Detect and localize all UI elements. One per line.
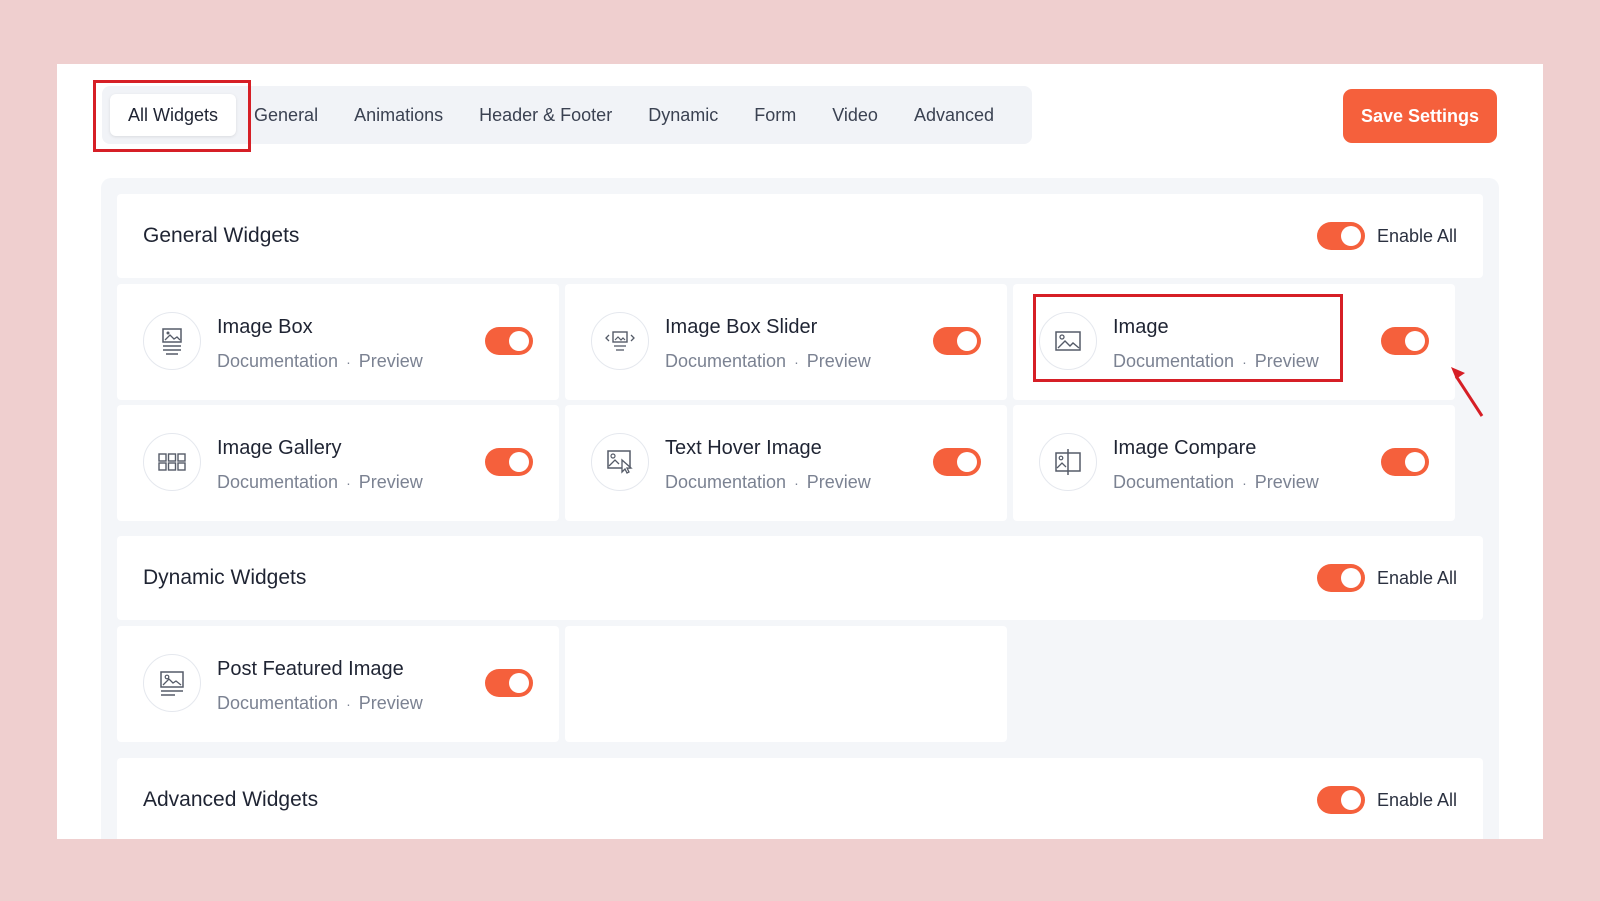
link-separator: · xyxy=(794,475,799,491)
widget-toggle[interactable] xyxy=(1381,327,1429,355)
documentation-link[interactable]: Documentation xyxy=(665,351,786,372)
documentation-link[interactable]: Documentation xyxy=(217,693,338,714)
link-separator: · xyxy=(1242,475,1247,491)
documentation-link[interactable]: Documentation xyxy=(217,351,338,372)
widget-card-image-box: Image Box Documentation · Preview xyxy=(117,284,559,400)
widget-links: Documentation · Preview xyxy=(217,693,423,714)
documentation-link[interactable]: Documentation xyxy=(217,472,338,493)
enable-all-toggle[interactable] xyxy=(1317,786,1365,814)
widget-name: Image xyxy=(1113,316,1169,339)
widget-toggle[interactable] xyxy=(485,669,533,697)
preview-link[interactable]: Preview xyxy=(359,693,423,714)
tab-all-widgets[interactable]: All Widgets xyxy=(110,94,236,136)
enable-all-toggle[interactable] xyxy=(1317,222,1365,250)
gallery-grid-icon xyxy=(143,433,201,491)
widget-name: Image Box xyxy=(217,316,313,339)
tab-advanced[interactable]: Advanced xyxy=(896,94,1012,136)
link-separator: · xyxy=(1242,354,1247,370)
settings-panel: All Widgets General Animations Header & … xyxy=(57,64,1543,839)
link-separator: · xyxy=(346,354,351,370)
enable-all-label: Enable All xyxy=(1377,790,1457,811)
link-separator: · xyxy=(346,475,351,491)
preview-link[interactable]: Preview xyxy=(1255,351,1319,372)
image-icon xyxy=(1039,312,1097,370)
section-title: Dynamic Widgets xyxy=(143,566,306,590)
widget-toggle[interactable] xyxy=(485,448,533,476)
tab-general[interactable]: General xyxy=(236,94,336,136)
widget-name: Post Featured Image xyxy=(217,658,404,681)
section-title: General Widgets xyxy=(143,224,299,248)
documentation-link[interactable]: Documentation xyxy=(665,472,786,493)
tab-animations[interactable]: Animations xyxy=(336,94,461,136)
widget-links: Documentation · Preview xyxy=(1113,472,1319,493)
documentation-link[interactable]: Documentation xyxy=(1113,472,1234,493)
enable-all-dynamic: Enable All xyxy=(1317,564,1457,592)
documentation-link[interactable]: Documentation xyxy=(1113,351,1234,372)
general-widgets-header: General Widgets Enable All xyxy=(117,194,1483,278)
enable-all-label: Enable All xyxy=(1377,568,1457,589)
preview-link[interactable]: Preview xyxy=(807,351,871,372)
widget-links: Documentation · Preview xyxy=(217,472,423,493)
image-slider-icon xyxy=(591,312,649,370)
preview-link[interactable]: Preview xyxy=(359,472,423,493)
tab-dynamic[interactable]: Dynamic xyxy=(630,94,736,136)
advanced-widgets-header: Advanced Widgets Enable All xyxy=(117,758,1483,839)
link-separator: · xyxy=(346,696,351,712)
widget-card-image-compare: Image Compare Documentation · Preview xyxy=(1013,405,1455,521)
widget-links: Documentation · Preview xyxy=(1113,351,1319,372)
image-box-icon xyxy=(143,312,201,370)
enable-all-toggle[interactable] xyxy=(1317,564,1365,592)
widget-name: Text Hover Image xyxy=(665,437,822,460)
enable-all-label: Enable All xyxy=(1377,226,1457,247)
widget-toggle[interactable] xyxy=(933,327,981,355)
widget-name: Image Box Slider xyxy=(665,316,817,339)
widget-card-image-gallery: Image Gallery Documentation · Preview xyxy=(117,405,559,521)
widget-card-image: Image Documentation · Preview xyxy=(1013,284,1455,400)
save-settings-button[interactable]: Save Settings xyxy=(1343,89,1497,143)
enable-all-advanced: Enable All xyxy=(1317,786,1457,814)
widget-card-image-box-slider: Image Box Slider Documentation · Preview xyxy=(565,284,1007,400)
tab-video[interactable]: Video xyxy=(814,94,896,136)
widget-links: Documentation · Preview xyxy=(665,472,871,493)
widgets-content: General Widgets Enable All Image Box Doc… xyxy=(101,178,1499,839)
preview-link[interactable]: Preview xyxy=(807,472,871,493)
tab-form[interactable]: Form xyxy=(736,94,814,136)
widget-links: Documentation · Preview xyxy=(665,351,871,372)
widget-toggle[interactable] xyxy=(933,448,981,476)
widget-toggle[interactable] xyxy=(1381,448,1429,476)
widget-name: Image Compare xyxy=(1113,437,1256,460)
tab-header-footer[interactable]: Header & Footer xyxy=(461,94,630,136)
widget-name: Image Gallery xyxy=(217,437,342,460)
image-compare-icon xyxy=(1039,433,1097,491)
widget-card-post-featured-image: Post Featured Image Documentation · Prev… xyxy=(117,626,559,742)
preview-link[interactable]: Preview xyxy=(1255,472,1319,493)
widget-card-text-hover-image: Text Hover Image Documentation · Preview xyxy=(565,405,1007,521)
dynamic-widgets-header: Dynamic Widgets Enable All xyxy=(117,536,1483,620)
widget-links: Documentation · Preview xyxy=(217,351,423,372)
hover-image-icon xyxy=(591,433,649,491)
link-separator: · xyxy=(794,354,799,370)
enable-all-general: Enable All xyxy=(1317,222,1457,250)
preview-link[interactable]: Preview xyxy=(359,351,423,372)
widget-toggle[interactable] xyxy=(485,327,533,355)
empty-widget-card xyxy=(565,626,1007,742)
widget-tabs: All Widgets General Animations Header & … xyxy=(102,86,1032,144)
section-title: Advanced Widgets xyxy=(143,788,318,812)
featured-image-icon xyxy=(143,654,201,712)
